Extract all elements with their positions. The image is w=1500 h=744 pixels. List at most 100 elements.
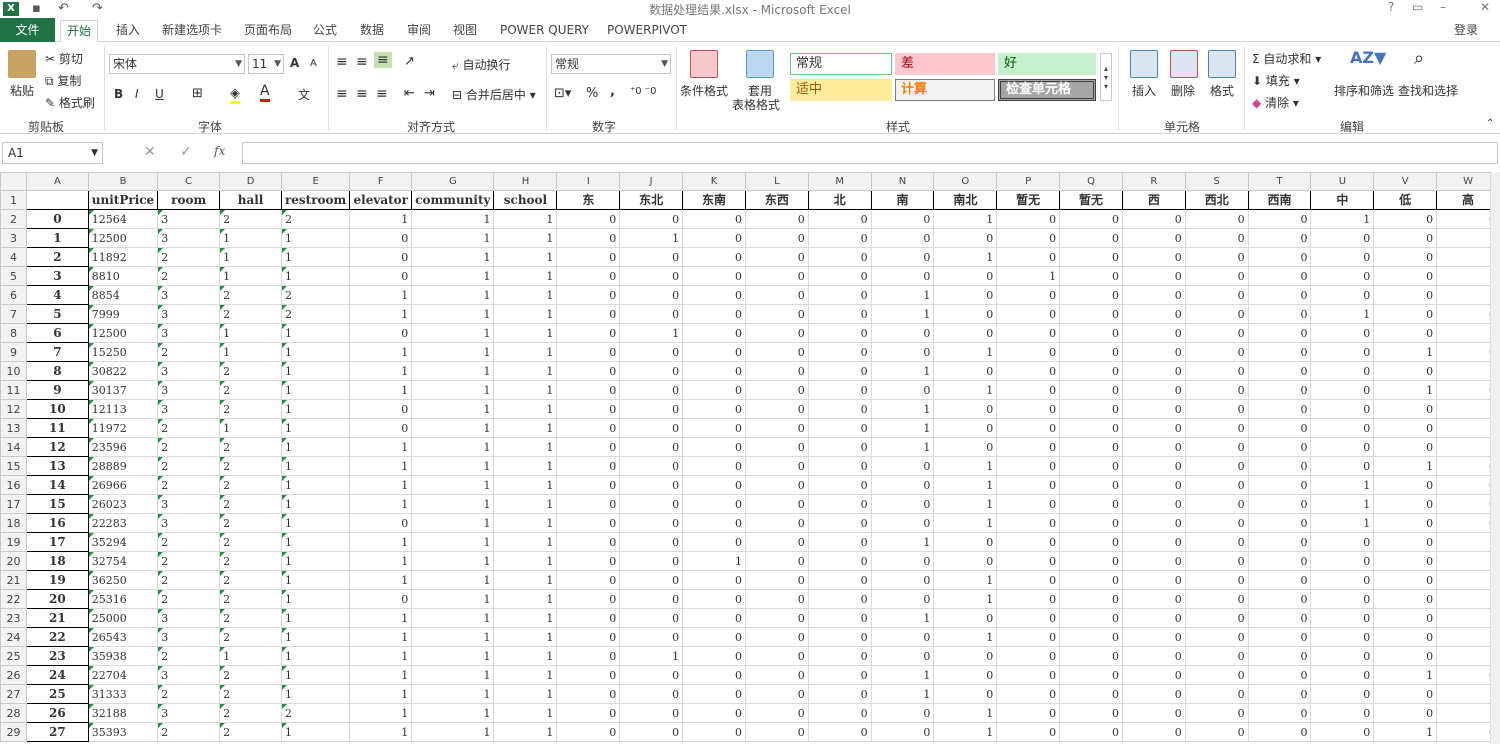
value-cell[interactable]: 1	[493, 304, 558, 324]
close-button[interactable]: ✕	[1480, 0, 1490, 14]
value-cell[interactable]: 0	[744, 608, 809, 628]
hall-cell[interactable]: 2	[219, 608, 282, 628]
restroom-cell[interactable]: 1	[280, 608, 351, 628]
value-cell[interactable]: 0	[1247, 361, 1312, 381]
value-cell[interactable]: 0	[1121, 380, 1186, 400]
room-cell[interactable]: 2	[157, 589, 221, 609]
value-cell[interactable]: 0	[1310, 608, 1375, 628]
value-cell[interactable]: 1	[870, 399, 935, 419]
value-cell[interactable]: 0	[1310, 437, 1375, 457]
value-cell[interactable]: 0	[996, 323, 1061, 343]
value-cell[interactable]: 0	[556, 304, 621, 324]
value-cell[interactable]: 1	[349, 361, 413, 381]
value-cell[interactable]: 0	[1059, 456, 1123, 476]
login-link[interactable]: 登录	[1448, 21, 1484, 39]
value-cell[interactable]: 0	[556, 646, 621, 666]
restroom-cell[interactable]: 1	[280, 513, 351, 533]
hall-cell[interactable]: 2	[219, 627, 282, 647]
value-cell[interactable]: 0	[1373, 684, 1438, 704]
hall-cell[interactable]: 2	[219, 570, 282, 590]
value-cell[interactable]: 0	[744, 532, 809, 552]
currency-icon[interactable]: ⊡▾	[554, 86, 571, 101]
value-cell[interactable]: 0	[682, 665, 746, 685]
value-cell[interactable]: 0	[1247, 589, 1312, 609]
value-cell[interactable]: 1	[411, 551, 495, 571]
value-cell[interactable]: 0	[1310, 532, 1375, 552]
index-cell[interactable]: 6	[25, 323, 89, 343]
value-cell[interactable]: 0	[744, 323, 809, 343]
value-cell[interactable]: 0	[933, 532, 998, 552]
index-cell[interactable]: 3	[25, 266, 89, 286]
font-color-button[interactable]: A	[260, 84, 270, 102]
value-cell[interactable]: 0	[1247, 304, 1312, 324]
restroom-cell[interactable]: 1	[280, 228, 351, 248]
value-cell[interactable]: 0	[1059, 494, 1123, 514]
hall-cell[interactable]: 1	[219, 228, 282, 248]
row-header[interactable]: 19	[0, 532, 27, 552]
unit-price-cell[interactable]: 36250	[87, 570, 159, 590]
value-cell[interactable]: 0	[556, 418, 621, 438]
column-header[interactable]: Q	[1059, 172, 1123, 191]
value-cell[interactable]: 0	[996, 551, 1061, 571]
value-cell[interactable]: 0	[1247, 627, 1312, 647]
row-header[interactable]: 1	[0, 190, 27, 210]
value-cell[interactable]: 0	[1184, 646, 1249, 666]
column-header[interactable]: G	[411, 172, 495, 191]
value-cell[interactable]: 0	[1121, 399, 1186, 419]
value-cell[interactable]: 0	[1373, 285, 1438, 305]
value-cell[interactable]: 0	[1310, 323, 1375, 343]
value-cell[interactable]: 1	[493, 228, 558, 248]
value-cell[interactable]: 1	[493, 665, 558, 685]
value-cell[interactable]: 0	[1310, 285, 1375, 305]
value-cell[interactable]: 0	[1184, 380, 1249, 400]
value-cell[interactable]: 0	[1247, 570, 1312, 590]
room-cell[interactable]: 3	[157, 665, 221, 685]
value-cell[interactable]: 0	[1247, 266, 1312, 286]
index-cell[interactable]: 0	[25, 209, 89, 229]
room-cell[interactable]: 3	[157, 399, 221, 419]
value-cell[interactable]: 0	[556, 494, 621, 514]
header-cell[interactable]: 南	[870, 190, 935, 210]
value-cell[interactable]: 0	[1184, 665, 1249, 685]
column-header[interactable]: J	[619, 172, 684, 191]
value-cell[interactable]: 0	[1059, 646, 1123, 666]
value-cell[interactable]: 0	[556, 532, 621, 552]
header-cell[interactable]: room	[157, 190, 221, 210]
value-cell[interactable]: 0	[619, 266, 684, 286]
value-cell[interactable]: 1	[1310, 475, 1375, 495]
room-cell[interactable]: 2	[157, 646, 221, 666]
restroom-cell[interactable]: 1	[280, 551, 351, 571]
value-cell[interactable]: 1	[1373, 665, 1438, 685]
value-cell[interactable]: 0	[682, 456, 746, 476]
value-cell[interactable]: 0	[682, 646, 746, 666]
value-cell[interactable]: 0	[1059, 608, 1123, 628]
value-cell[interactable]: 0	[870, 247, 935, 267]
index-cell[interactable]: 12	[25, 437, 89, 457]
font-size-select[interactable]: 11 ▼	[248, 54, 284, 74]
value-cell[interactable]: 0	[556, 513, 621, 533]
value-cell[interactable]: 1	[933, 209, 998, 229]
value-cell[interactable]: 0	[933, 665, 998, 685]
value-cell[interactable]: 1	[411, 266, 495, 286]
restroom-cell[interactable]: 1	[280, 418, 351, 438]
cancel-icon[interactable]: ✕	[144, 144, 156, 160]
value-cell[interactable]: 0	[996, 399, 1061, 419]
restroom-cell[interactable]: 1	[280, 247, 351, 267]
header-cell[interactable]: unitPrice	[87, 190, 159, 210]
value-cell[interactable]: 1	[411, 475, 495, 495]
hall-cell[interactable]: 2	[219, 285, 282, 305]
clear-button[interactable]: ◆ 清除 ▾	[1252, 94, 1299, 111]
comma-button[interactable]: ,	[610, 84, 615, 99]
wrap-text-button[interactable]: ⤶ 自动换行	[452, 56, 511, 73]
value-cell[interactable]: 1	[933, 722, 998, 742]
value-cell[interactable]: 0	[1121, 608, 1186, 628]
value-cell[interactable]: 0	[556, 627, 621, 647]
value-cell[interactable]: 0	[807, 399, 872, 419]
hall-cell[interactable]: 2	[219, 304, 282, 324]
value-cell[interactable]: 1	[411, 646, 495, 666]
index-cell[interactable]: 20	[25, 589, 89, 609]
value-cell[interactable]: 0	[1247, 551, 1312, 571]
value-cell[interactable]: 0	[349, 589, 413, 609]
restroom-cell[interactable]: 1	[280, 399, 351, 419]
conditional-format-icon[interactable]	[690, 50, 718, 78]
